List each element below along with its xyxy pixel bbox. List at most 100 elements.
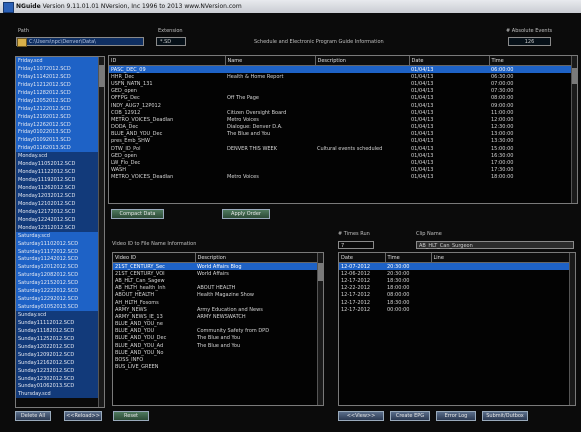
file-list-item[interactable]: Saturday12152012.SCD [16, 279, 104, 288]
file-list-item[interactable]: Sunday12022012.SCD [16, 342, 104, 351]
file-list-item[interactable]: Saturday11242012.SCD [16, 255, 104, 264]
column-header[interactable]: Date [339, 253, 386, 263]
reset-button[interactable]: Reset [113, 411, 149, 421]
video-scrollbar[interactable] [317, 253, 323, 405]
view-button[interactable]: <<View>> [338, 411, 384, 421]
column-header[interactable]: ID [109, 56, 226, 66]
file-list-item[interactable]: Friday12192012.SCD [16, 112, 104, 121]
table-row[interactable]: 21ST_CENTURY_VOI World Affairs [113, 270, 317, 277]
file-list-item[interactable]: Friday12262012.SCD [16, 120, 104, 129]
table-row[interactable]: BLUE_AND_YOU_ne [113, 321, 317, 328]
runs-grid[interactable]: Date Time Line 12-07-2012 20:30:00 12-06-201… [338, 252, 576, 406]
file-list-item[interactable]: Friday11212012.SCD [16, 80, 104, 89]
table-row[interactable]: INDY_AUG7_12P012 01/04/13 09:00:00 [109, 102, 571, 109]
table-row[interactable]: DODA_Dec Dialogue: Denver D.A. 01/04/13 12:… [109, 124, 571, 131]
schedule-grid[interactable]: ID Name Description Date Time PASC_DEC_09 01/… [108, 55, 578, 204]
table-row[interactable]: 12-17-2012 18:30:00 [339, 277, 569, 284]
file-list-item[interactable]: Monday11262012.SCD [16, 184, 104, 192]
error-log-button[interactable]: Error Log [436, 411, 476, 421]
table-row[interactable]: 12-07-2012 20:30:00 [339, 262, 569, 271]
file-list-scrollbar[interactable] [98, 57, 104, 407]
extension-input[interactable]: *.SD [156, 37, 186, 46]
table-row[interactable]: 21ST_CENTURY_Sec World Affairs Blog [113, 262, 317, 271]
file-list-item[interactable]: Friday11072012.SCD [16, 64, 104, 73]
table-row[interactable]: BLUE_AND_YOU_Dec The Blue and You [113, 335, 317, 342]
table-row[interactable]: 12-17-2012 18:30:00 [339, 299, 569, 306]
file-list-item[interactable]: Monday12172012.SCD [16, 207, 104, 216]
table-row[interactable]: WASH 01/04/13 17:30:00 [109, 167, 571, 174]
delete-all-button[interactable]: Delete All [15, 411, 51, 421]
schedule-scrollbar[interactable] [571, 56, 577, 203]
table-row[interactable]: PASC_DEC_09 01/04/13 06:00:00 [109, 65, 571, 74]
file-list-item[interactable]: Friday01092013.SCD [16, 136, 104, 145]
file-list-item[interactable]: Friday11282012.SCD [16, 88, 104, 97]
file-list-item[interactable]: Sunday12302012.SCD [16, 374, 104, 383]
file-list-item[interactable]: Sunday11252012.SCD [16, 334, 104, 343]
table-row[interactable]: METRO_VOICES_Deadlan Metro Voices 01/04/13… [109, 174, 571, 181]
file-list-item[interactable]: Saturday12292012.SCD [16, 295, 104, 304]
table-row[interactable]: AH_HLTH_Fosoms [113, 299, 317, 306]
video-grid[interactable]: Video ID Description 21ST_CENTURY_Sec Worl… [112, 252, 324, 406]
file-list-item[interactable]: Monday12312012.SCD [16, 223, 104, 232]
file-list-item[interactable]: Sunday12162012.SCD [16, 358, 104, 367]
table-row[interactable]: USFN_NATN_131 01/04/13 07:00:00 [109, 80, 571, 87]
table-row[interactable]: COB_12912 Citizen Oversight Board 01/04/13… [109, 109, 571, 116]
table-row[interactable]: ABOUT_HEALTH Health Magazine Show [113, 292, 317, 299]
table-row[interactable]: pres_Emb_SHW 01/04/13 13:30:00 [109, 138, 571, 145]
table-row[interactable]: BLUE_AND_YOU_No [113, 349, 317, 356]
file-list-item[interactable]: Monday12032012.SCD [16, 191, 104, 200]
compact-data-button[interactable]: Compact Data [111, 209, 164, 219]
runs-scrollbar[interactable] [569, 253, 575, 405]
table-row[interactable]: 12-17-2012 08:00:00 [339, 292, 569, 299]
file-list-item[interactable]: Sunday12232012.SCD [16, 366, 104, 375]
clip-name-input[interactable]: AB_HLT_Can_Surgeon [416, 241, 574, 249]
path-input[interactable]: C:\Users\npc\Denver\Data\ [16, 37, 144, 46]
file-list-item[interactable]: Sunday01062013.SCD [16, 382, 104, 391]
scroll-thumb[interactable] [99, 65, 104, 87]
apply-order-button[interactable]: Apply Order [222, 209, 270, 219]
table-row[interactable]: GED_open 01/04/13 16:30:00 [109, 152, 571, 159]
table-row[interactable]: ARMY_NEWS_IE_13 ARMY NEWSWATCH [113, 313, 317, 320]
file-list-item[interactable]: Saturday12222012.SCD [16, 287, 104, 296]
table-row[interactable]: LW_Flo_Dec 01/04/13 17:00:00 [109, 159, 571, 166]
file-list-item[interactable]: Sunday11182012.SCD [16, 326, 104, 335]
table-row[interactable]: HHR_Dec Health & Home Report 01/04/13 06:30… [109, 73, 571, 80]
file-list-item[interactable]: Saturday12012012.SCD [16, 263, 104, 272]
file-list-item[interactable]: Monday12242012.SCD [16, 215, 104, 224]
submit-outbox-button[interactable]: Submit/Outbox [482, 411, 528, 421]
column-header[interactable]: Description [195, 253, 318, 263]
table-row[interactable]: BLUE_AND_YOU_Dec The Blue and You 01/04/13… [109, 131, 571, 138]
file-list-item[interactable]: Friday12122012.SCD [16, 104, 104, 113]
folder-icon[interactable] [17, 38, 27, 47]
file-list-item[interactable]: Friday01022013.SCD [16, 128, 104, 137]
table-row[interactable]: GED_open 01/04/13 07:30:00 [109, 88, 571, 95]
file-list-item[interactable]: Sunday.scd [16, 311, 104, 319]
column-header[interactable]: Video ID [113, 253, 196, 263]
file-list[interactable]: Friday.scd Friday11072012.SCD Friday111420… [15, 56, 105, 408]
column-header[interactable]: Line [431, 253, 570, 263]
file-list-item[interactable]: Friday11142012.SCD [16, 72, 104, 81]
column-header[interactable]: Description [315, 56, 410, 66]
table-row[interactable]: 12-17-2012 00:00:00 [339, 306, 569, 313]
column-header[interactable]: Date [409, 56, 490, 66]
table-row[interactable]: BUS_LIVE_GREEN [113, 364, 317, 371]
create-epg-button[interactable]: Create EPG [390, 411, 430, 421]
file-list-item[interactable]: Sunday12092012.SCD [16, 350, 104, 359]
table-row[interactable]: 12-06-2012 20:30:00 [339, 270, 569, 277]
file-list-item[interactable]: Saturday12082012.SCD [16, 271, 104, 280]
reload-button[interactable]: <<Reload>> [64, 411, 102, 421]
file-list-item[interactable]: Friday01162013.SCD [16, 144, 104, 153]
file-list-item[interactable]: Monday11122012.SCD [16, 168, 104, 177]
file-list-item[interactable]: Saturday01052013.SCD [16, 303, 104, 311]
file-list-item[interactable]: Friday.scd [16, 57, 104, 65]
column-header[interactable]: Time [489, 56, 572, 66]
table-row[interactable]: OFFPG_Dec Off The Page 01/04/13 08:00:00 [109, 95, 571, 102]
file-list-item[interactable]: Saturday11102012.SCD [16, 239, 104, 248]
table-row[interactable]: BLUE_AND_YOU Community Safety from DPD [113, 328, 317, 335]
scroll-thumb[interactable] [318, 263, 323, 281]
table-row[interactable]: BLUE_AND_YOU_Ad The Blue and You [113, 342, 317, 349]
file-list-item[interactable]: Monday11192012.SCD [16, 176, 104, 184]
scroll-thumb[interactable] [572, 68, 577, 84]
table-row[interactable]: AB_HLTH_health_lnh ABOUT HEALTH [113, 285, 317, 292]
table-row[interactable]: ARMY_NEWS Army Education and News [113, 306, 317, 313]
